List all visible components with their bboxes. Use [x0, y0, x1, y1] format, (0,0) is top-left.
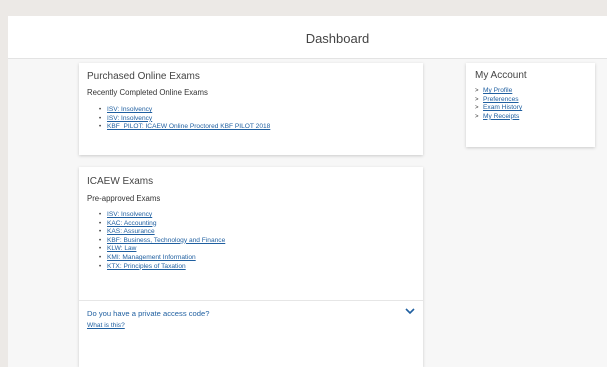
my-profile-link[interactable]: My Profile — [483, 87, 512, 94]
my-account-title: My Account — [475, 70, 527, 81]
section-divider — [79, 300, 423, 301]
purchased-exams-title: Purchased Online Exams — [87, 71, 200, 82]
icaew-exams-card: ICAEW Exams Pre-approved Exams • ISV: Ins… — [79, 167, 423, 367]
list-item: • ISV: Insolvency — [99, 211, 225, 220]
header-bar: Dashboard — [8, 16, 607, 59]
bullet-icon: • — [99, 115, 102, 122]
account-item-exam-history: > Exam History — [475, 104, 522, 113]
icaew-exams-title: ICAEW Exams — [87, 176, 154, 187]
exam-history-link[interactable]: Exam History — [483, 104, 522, 111]
bullet-icon: • — [99, 212, 102, 218]
exam-link[interactable]: KTX: Principles of Taxation — [107, 263, 186, 270]
account-menu: > My Profile > Preferences > Exam History >… — [475, 87, 522, 121]
preferences-link[interactable]: Preferences — [483, 96, 519, 103]
exam-link[interactable]: ISV: Insolvency — [107, 106, 152, 113]
recently-completed-list: • ISV: Insolvency • ISV: Insolvency • KBF_P… — [99, 106, 270, 132]
chevron-down-icon[interactable] — [405, 307, 415, 315]
list-item: • KLW: Law — [99, 245, 225, 254]
exam-link[interactable]: KMI: Management Information — [107, 254, 196, 261]
list-item: • KAC: Accounting — [99, 220, 225, 229]
what-is-this-link[interactable]: What is this? — [87, 322, 125, 329]
bullet-icon: • — [99, 107, 102, 113]
bullet-icon: • — [99, 237, 102, 244]
account-item-preferences: > Preferences — [475, 96, 522, 105]
exam-link[interactable]: KLW: Law — [107, 245, 136, 252]
bullet-icon: • — [99, 246, 102, 253]
page-title: Dashboard — [305, 31, 370, 46]
list-item: • KAS: Assurance — [99, 228, 225, 237]
private-access-code-toggle[interactable]: Do you have a private access code? — [87, 309, 209, 318]
exam-link[interactable]: KAS: Assurance — [107, 228, 155, 235]
list-item: • KBF_PILOT: ICAEW Online Proctored KBF P… — [99, 123, 270, 132]
chevron-right-icon: > — [475, 105, 479, 112]
bullet-icon: • — [99, 220, 102, 227]
bullet-icon: • — [99, 254, 102, 261]
recently-completed-heading: Recently Completed Online Exams — [87, 88, 208, 97]
list-item: • ISV: Insolvency — [99, 106, 270, 115]
list-item: • ISV: Insolvency — [99, 115, 270, 124]
exam-link[interactable]: KAC: Accounting — [107, 220, 156, 227]
my-receipts-link[interactable]: My Receipts — [483, 113, 519, 120]
list-item: • KTX: Principles of Taxation — [99, 263, 225, 272]
pre-approved-heading: Pre-approved Exams — [87, 194, 161, 203]
exam-link[interactable]: KBF: Business, Technology and Finance — [107, 237, 225, 244]
bullet-icon: • — [99, 229, 102, 236]
chevron-right-icon: > — [475, 96, 479, 103]
chevron-right-icon: > — [475, 88, 479, 94]
exam-link[interactable]: KBF_PILOT: ICAEW Online Proctored KBF PI… — [107, 123, 270, 130]
bullet-icon: • — [99, 124, 102, 131]
exam-link[interactable]: ISV: Insolvency — [107, 211, 152, 218]
my-account-card: My Account > My Profile > Preferences > Exa… — [466, 63, 595, 147]
pre-approved-list: • ISV: Insolvency • KAC: Accounting • KAS: … — [99, 211, 225, 271]
chevron-right-icon: > — [475, 113, 479, 120]
account-item-profile: > My Profile — [475, 87, 522, 96]
purchased-exams-card: Purchased Online Exams Recently Complete… — [79, 63, 423, 155]
bullet-icon: • — [99, 263, 102, 270]
list-item: • KBF: Business, Technology and Finance — [99, 237, 225, 246]
account-item-receipts: > My Receipts — [475, 113, 522, 122]
exam-link[interactable]: ISV: Insolvency — [107, 115, 152, 122]
page: Dashboard Purchased Online Exams Recentl… — [8, 16, 607, 367]
list-item: • KMI: Management Information — [99, 254, 225, 263]
